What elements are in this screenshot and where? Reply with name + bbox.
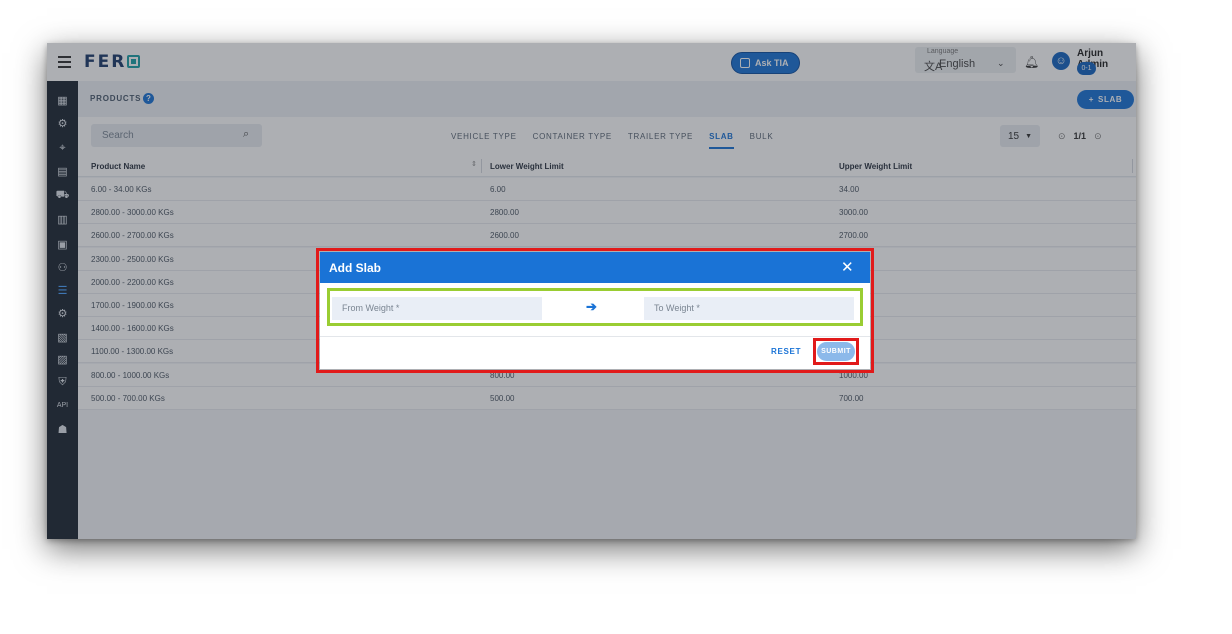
close-icon[interactable]: ✕ <box>841 258 854 276</box>
add-slab-dialog: Add Slab ✕ From Weight * ➔ To Weight * R… <box>320 252 870 369</box>
arrow-right-icon: ➔ <box>586 299 597 314</box>
reset-button[interactable]: RESET <box>771 347 801 356</box>
dialog-title: Add Slab <box>329 261 382 275</box>
submit-button[interactable]: SUBMIT <box>817 342 855 361</box>
dialog-divider <box>320 336 870 337</box>
dialog-header: Add Slab ✕ <box>320 252 870 283</box>
to-weight-field[interactable]: To Weight * <box>644 297 854 320</box>
from-weight-field[interactable]: From Weight * <box>332 297 542 320</box>
